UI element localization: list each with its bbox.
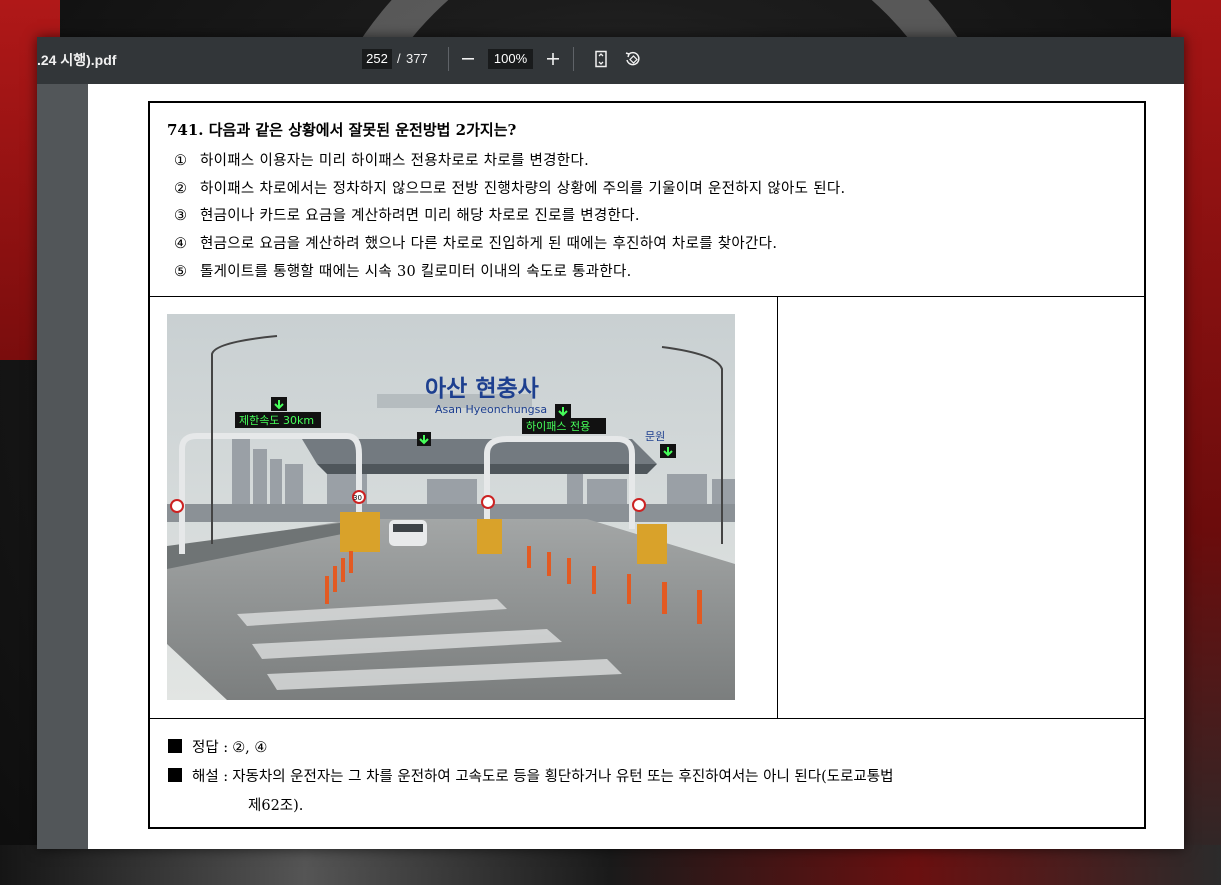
fit-page-button[interactable] — [590, 48, 612, 70]
question-title: 741. 다음과 같은 상황에서 잘못된 운전방법 2가지는? — [167, 121, 517, 139]
toolbar-divider — [448, 47, 449, 71]
page-number-input[interactable]: 252 — [362, 49, 392, 69]
option-number: ③ — [174, 208, 188, 224]
explanation-continued: 제62조). — [248, 798, 304, 814]
option-text: 하이패스 차로에서는 정차하지 않으므로 전방 진행차량의 상황에 주의를 기울… — [200, 181, 846, 197]
explanation-line: 해설 : 자동차의 운전자는 그 차를 운전하여 고속도로 등을 횡단하거나 유턴… — [168, 765, 893, 786]
question-box: 741. 다음과 같은 상황에서 잘못된 운전방법 2가지는? ① 하이패스 이용… — [148, 101, 1146, 829]
answer-label: 정답 : — [192, 740, 229, 756]
pdf-page: 741. 다음과 같은 상황에서 잘못된 운전방법 2가지는? ① 하이패스 이용… — [88, 84, 1184, 849]
option-text: 톨게이트를 통행할 때에는 시속 30 킬로미터 이내의 속도로 통과한다. — [200, 264, 632, 280]
fit-page-icon — [595, 50, 607, 68]
option-number: ② — [174, 181, 188, 197]
option-5: ⑤ 톨게이트를 통행할 때에는 시속 30 킬로미터 이내의 속도로 통과한다. — [174, 260, 632, 281]
divider — [150, 718, 1144, 719]
column-divider — [777, 296, 778, 718]
zoom-out-button[interactable] — [457, 48, 479, 70]
tollgate-photo: 아산 현충사 Asan Hyeonchungsa 제한속도 30km 하이패스 … — [167, 314, 735, 700]
speed-limit-marker: 30 — [353, 494, 362, 502]
minus-icon — [462, 58, 474, 60]
plaza-name-english: Asan Hyeonchungsa — [435, 403, 547, 416]
option-number: ⑤ — [174, 264, 188, 280]
side-lane-sign: 문원 — [645, 430, 665, 443]
document-title: .24 시행).pdf — [37, 52, 117, 68]
option-3: ③ 현금이나 카드로 요금을 계산하려면 미리 해당 차로로 진로를 변경한다. — [174, 204, 640, 225]
option-number: ④ — [174, 236, 188, 252]
option-text: 하이패스 이용자는 미리 하이패스 전용차로로 차로를 변경한다. — [200, 153, 590, 169]
option-4: ④ 현금으로 요금을 계산하려 했으나 다른 차로로 진입하게 된 때에는 후진하… — [174, 232, 777, 253]
option-text: 현금으로 요금을 계산하려 했으나 다른 차로로 진입하게 된 때에는 후진하여… — [200, 236, 778, 252]
hipass-lane-sign: 하이패스 전용 — [526, 419, 590, 433]
option-2: ② 하이패스 차로에서는 정차하지 않으므로 전방 진행차량의 상황에 주의를 기… — [174, 177, 845, 198]
answer-value: ②, ④ — [232, 740, 268, 756]
answer-line: 정답 : ②, ④ — [168, 736, 267, 757]
plaza-name: 아산 현충사 — [425, 376, 539, 402]
option-text: 현금이나 카드로 요금을 계산하려면 미리 해당 차로로 진로를 변경한다. — [200, 208, 640, 224]
pdf-toolbar: .24 시행).pdf 252 / 377 100% — [37, 37, 1184, 84]
option-1: ① 하이패스 이용자는 미리 하이패스 전용차로로 차로를 변경한다. — [174, 149, 589, 170]
rotate-icon — [625, 51, 640, 66]
tollgate-illustration: 아산 현충사 Asan Hyeonchungsa 제한속도 30km 하이패스 … — [167, 314, 735, 700]
speed-limit-sign: 제한속도 30km — [239, 414, 314, 427]
divider — [150, 296, 1144, 297]
zoom-in-button[interactable] — [542, 48, 564, 70]
explanation-text: 자동차의 운전자는 그 차를 운전하여 고속도로 등을 횡단하거나 유턴 또는 … — [232, 769, 894, 785]
explanation-label: 해설 : — [192, 769, 229, 785]
option-number: ① — [174, 153, 188, 169]
bullet-square — [168, 739, 182, 753]
wallpaper-bottom — [0, 845, 1221, 885]
page-separator: / — [397, 51, 401, 66]
rotate-button[interactable] — [622, 48, 644, 70]
plus-icon — [547, 53, 559, 65]
zoom-input[interactable]: 100% — [488, 49, 533, 69]
toolbar-divider — [573, 47, 574, 71]
pdf-viewer-window: .24 시행).pdf 252 / 377 100% 741. 다음과 같은 상… — [37, 37, 1184, 849]
bullet-square — [168, 768, 182, 782]
total-pages: 377 — [406, 51, 428, 66]
